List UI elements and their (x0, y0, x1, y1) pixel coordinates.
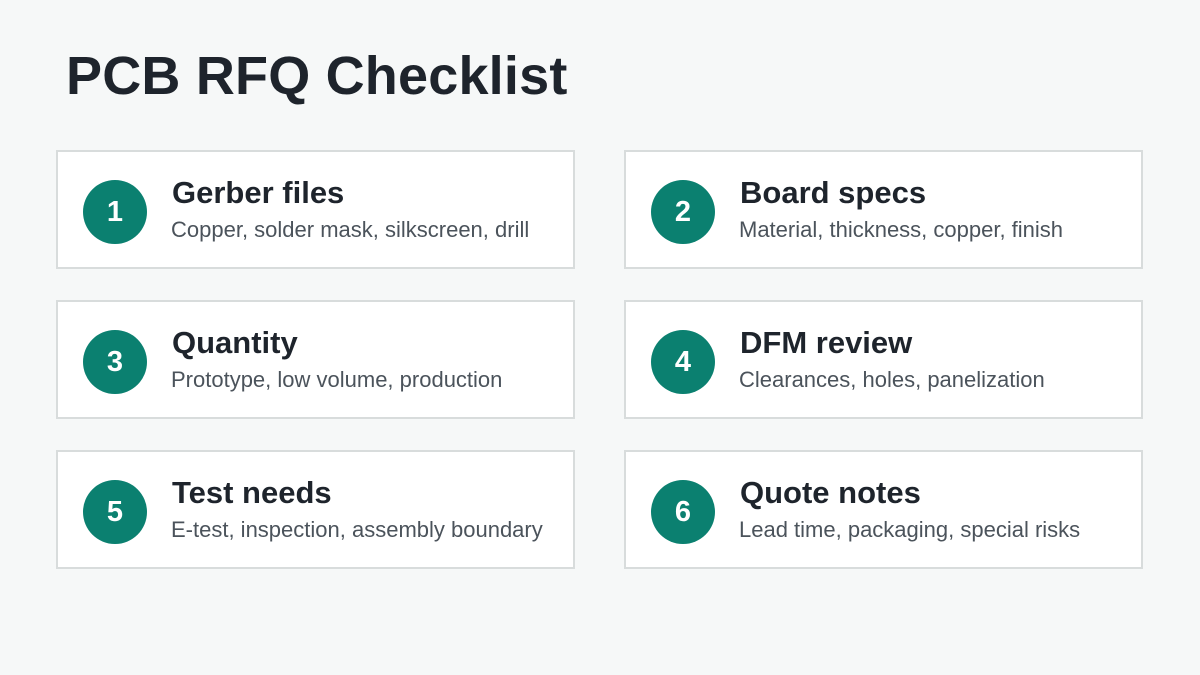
step-number-badge: 6 (651, 480, 715, 544)
card-description: E-test, inspection, assembly boundary (171, 517, 543, 542)
checklist-card-quote-notes: 6 Quote notes Lead time, packaging, spec… (624, 450, 1143, 569)
card-description: Copper, solder mask, silkscreen, drill (171, 217, 530, 242)
card-title: DFM review (740, 325, 913, 360)
checklist-card-dfm-review: 4 DFM review Clearances, holes, paneliza… (624, 300, 1143, 419)
card-title: Test needs (172, 475, 332, 510)
step-number-badge: 5 (83, 480, 147, 544)
checklist-card-board-specs: 2 Board specs Material, thickness, coppe… (624, 150, 1143, 269)
checklist-card-quantity: 3 Quantity Prototype, low volume, produc… (56, 300, 575, 419)
card-description: Prototype, low volume, production (171, 367, 503, 392)
card-description: Material, thickness, copper, finish (739, 217, 1064, 242)
step-number-badge: 1 (83, 180, 147, 244)
card-title: Quantity (172, 325, 298, 360)
step-number-badge: 4 (651, 330, 715, 394)
page-title: PCB RFQ Checklist (66, 46, 568, 106)
checklist-card-test-needs: 5 Test needs E-test, inspection, assembl… (56, 450, 575, 569)
card-title: Quote notes (740, 475, 921, 510)
card-title: Board specs (740, 175, 927, 210)
card-title: Gerber files (172, 175, 345, 210)
card-description: Clearances, holes, panelization (739, 367, 1045, 392)
checklist-card-gerber-files: 1 Gerber files Copper, solder mask, silk… (56, 150, 575, 269)
step-number-badge: 3 (83, 330, 147, 394)
step-number-badge: 2 (651, 180, 715, 244)
card-description: Lead time, packaging, special risks (739, 517, 1081, 542)
